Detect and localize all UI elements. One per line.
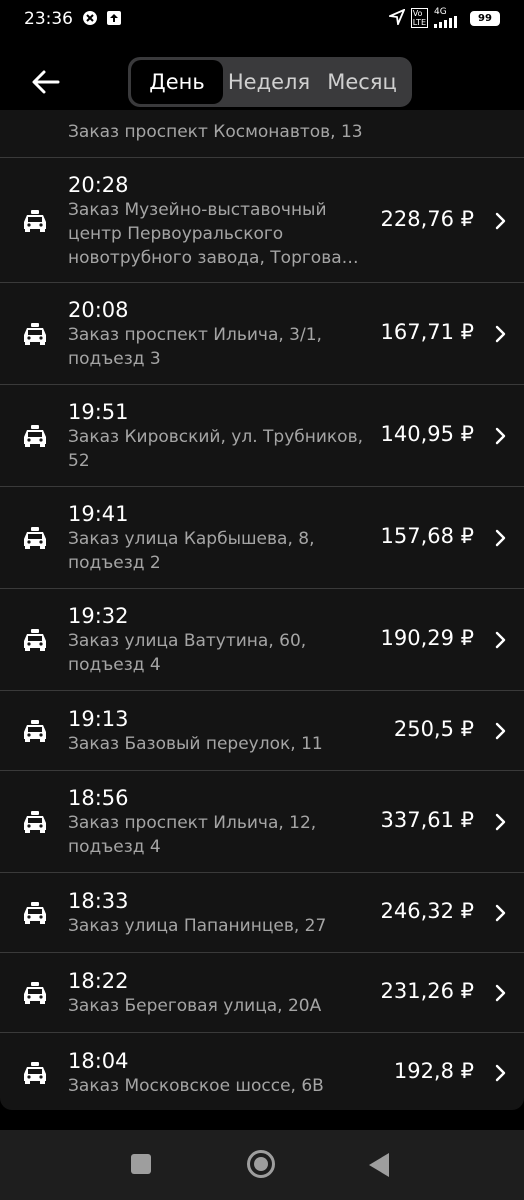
status-notification-icons	[82, 10, 122, 26]
battery-icon: 99	[470, 10, 500, 26]
order-price: 167,71 ₽	[380, 320, 474, 344]
order-time: 18:56	[68, 786, 129, 810]
order-price: 337,61 ₽	[380, 808, 474, 832]
bottom-spacer	[0, 1110, 524, 1130]
order-text: 18:22 Заказ Береговая улица, 20А	[68, 968, 368, 1018]
chevron-right-icon	[495, 722, 506, 740]
taxi-car-icon	[24, 323, 46, 345]
taxi-car-icon	[24, 720, 46, 742]
order-time: 18:33	[68, 889, 129, 913]
chevron-right-icon	[495, 212, 506, 230]
order-price: 157,68 ₽	[380, 524, 474, 548]
order-price: 228,76 ₽	[380, 207, 474, 231]
order-row[interactable]: 18:22 Заказ Береговая улица, 20А 231,26 ₽	[0, 953, 524, 1033]
taxi-car-icon	[24, 425, 46, 447]
header: День Неделя Месяц	[0, 54, 524, 110]
order-address: Заказ Музейно-выставочный центр Первоура…	[68, 200, 359, 268]
order-address: Заказ улица Папанинцев, 27	[68, 916, 327, 936]
chevron-right-icon	[495, 631, 506, 649]
order-row[interactable]: 19:41 Заказ улица Карбышева, 8, подъезд 2…	[0, 487, 524, 589]
order-text: 19:51 Заказ Кировский, ул. Трубников, 52	[68, 399, 368, 473]
order-address: Заказ проспект Ильича, 12, подъезд 4	[68, 813, 317, 857]
order-price: 192,8 ₽	[393, 1059, 474, 1083]
status-time: 23:36	[24, 9, 73, 29]
order-time: 20:28	[68, 173, 129, 197]
order-row[interactable]: 20:28 Заказ Музейно-выставочный центр Пер…	[0, 158, 524, 283]
chevron-right-icon	[495, 427, 506, 445]
order-price: 140,95 ₽	[380, 422, 474, 446]
order-row-partial[interactable]: Заказ проспект Космонавтов, 13	[0, 110, 524, 158]
order-text: 19:32 Заказ улица Ватутина, 60, подъезд 4	[68, 603, 368, 677]
notification-app-icon	[82, 10, 98, 26]
order-row[interactable]: 19:32 Заказ улица Ватутина, 60, подъезд 4…	[0, 589, 524, 691]
taxi-car-icon	[24, 982, 46, 1004]
taxi-car-icon	[24, 629, 46, 651]
home-circle-icon	[247, 1150, 275, 1178]
system-navigation-bar	[0, 1130, 524, 1200]
order-address: Заказ проспект Ильича, 3/1, подъезд 3	[68, 325, 322, 369]
order-text: 18:56 Заказ проспект Ильича, 12, подъезд …	[68, 785, 368, 859]
order-time: 18:04	[68, 1049, 129, 1073]
chevron-right-icon	[495, 984, 506, 1002]
order-address: Заказ улица Ватутина, 60, подъезд 4	[68, 631, 307, 675]
order-text: 20:28 Заказ Музейно-выставочный центр Пер…	[68, 172, 368, 270]
arrow-left-icon	[32, 70, 60, 94]
nav-back-button[interactable]	[368, 1152, 390, 1178]
signal-icon: 4G	[434, 8, 464, 28]
order-row[interactable]: 19:51 Заказ Кировский, ул. Трубников, 52 1…	[0, 385, 524, 487]
order-time: 19:13	[68, 707, 129, 731]
chevron-right-icon	[495, 904, 506, 922]
location-icon	[386, 7, 406, 28]
chevron-right-icon	[495, 813, 506, 831]
order-price: 190,29 ₽	[380, 626, 474, 650]
order-price: 231,26 ₽	[380, 979, 474, 1003]
order-address: Заказ проспект Космонавтов, 13	[68, 122, 363, 142]
order-text: 18:33 Заказ улица Папанинцев, 27	[68, 888, 368, 938]
volte-icon: Vo LTE	[410, 8, 428, 28]
order-time: 20:08	[68, 298, 129, 322]
tab-month[interactable]: Месяц	[315, 60, 409, 104]
tab-day[interactable]: День	[131, 60, 223, 104]
taxi-car-icon	[24, 811, 46, 833]
order-time: 19:32	[68, 604, 129, 628]
status-bar: 23:36 Vo LTE 4G 99	[0, 0, 524, 40]
order-text: 19:41 Заказ улица Карбышева, 8, подъезд 2	[68, 501, 368, 575]
order-text: 19:13 Заказ Базовый переулок, 11	[68, 706, 368, 756]
taxi-car-icon	[24, 902, 46, 924]
upload-notification-icon	[106, 10, 122, 26]
order-address: Заказ Базовый переулок, 11	[68, 734, 323, 754]
order-price: 246,32 ₽	[380, 899, 474, 923]
order-row[interactable]: 20:08 Заказ проспект Ильича, 3/1, подъезд…	[0, 283, 524, 385]
order-row[interactable]: 18:56 Заказ проспект Ильича, 12, подъезд …	[0, 771, 524, 873]
tab-week[interactable]: Неделя	[223, 60, 315, 104]
order-text: 20:08 Заказ проспект Ильича, 3/1, подъезд…	[68, 297, 368, 371]
taxi-car-icon	[24, 210, 46, 232]
order-row[interactable]: 18:33 Заказ улица Папанинцев, 27 246,32 ₽	[0, 873, 524, 953]
triangle-back-icon	[369, 1153, 389, 1177]
order-text: 18:04 Заказ Московское шоссе, 6В	[68, 1048, 368, 1098]
back-button[interactable]	[30, 67, 62, 97]
order-price: 250,5 ₽	[393, 717, 474, 741]
orders-list[interactable]: Заказ проспект Космонавтов, 13 20:28 Зака…	[0, 110, 524, 1110]
order-address: Заказ улица Карбышева, 8, подъезд 2	[68, 529, 315, 573]
chevron-right-icon	[495, 325, 506, 343]
order-time: 19:51	[68, 400, 129, 424]
period-segmented-control: День Неделя Месяц	[128, 57, 412, 107]
order-row[interactable]: 19:13 Заказ Базовый переулок, 11 250,5 ₽	[0, 691, 524, 771]
status-system-icons: Vo LTE 4G 99	[386, 7, 500, 28]
chevron-right-icon	[495, 529, 506, 547]
chevron-right-icon	[495, 1064, 506, 1082]
taxi-car-icon	[24, 1062, 46, 1084]
taxi-car-icon	[24, 527, 46, 549]
order-time: 18:22	[68, 969, 129, 993]
order-address: Заказ Кировский, ул. Трубников, 52	[68, 427, 364, 471]
order-time: 19:41	[68, 502, 129, 526]
order-address: Заказ Московское шоссе, 6В	[68, 1076, 324, 1096]
order-row[interactable]: 18:04 Заказ Московское шоссе, 6В 192,8 ₽	[0, 1033, 524, 1110]
recents-button[interactable]	[131, 1154, 151, 1174]
home-button[interactable]	[246, 1149, 276, 1179]
order-address: Заказ Береговая улица, 20А	[68, 996, 322, 1016]
